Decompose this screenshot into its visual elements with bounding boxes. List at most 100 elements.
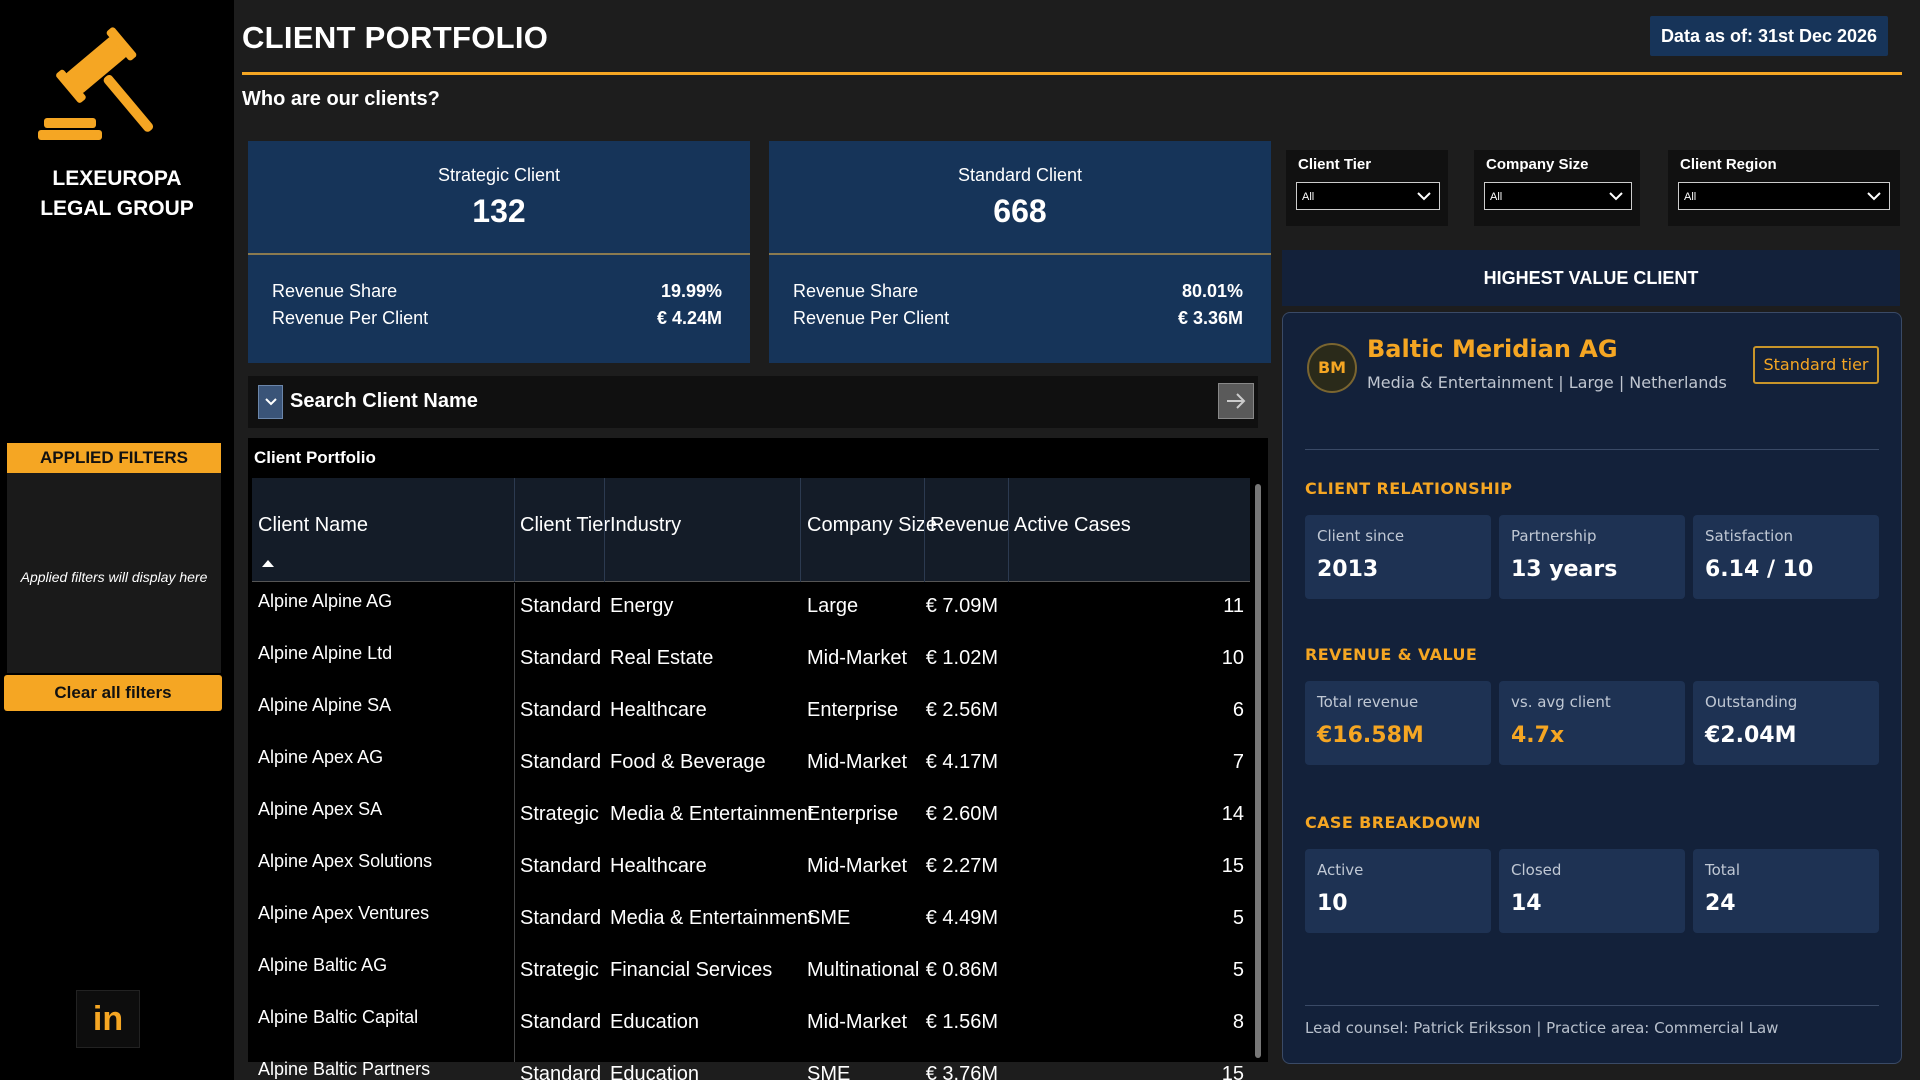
cell-revenue: € 4.17M (925, 751, 998, 773)
kpi-divider (769, 253, 1271, 255)
table-scrollbar-thumb[interactable] (1255, 484, 1261, 1058)
cell-company-size: Large (807, 595, 859, 617)
cell-client-name: Alpine Apex Ventures (258, 903, 430, 923)
cell-client-tier: Standard (520, 647, 602, 669)
table-row[interactable]: Alpine Baltic Partners Standard Education S… (252, 1051, 1250, 1080)
highest-value-client-panel: BM Baltic Meridian AG Media & Entertainm… (1282, 312, 1902, 1064)
cell-active-cases: 11 (1223, 595, 1244, 617)
cell-client-tier: Standard (520, 1063, 602, 1080)
kpi-label: Standard Client (957, 165, 1083, 185)
cell-client-name: Alpine Alpine Ltd (258, 643, 393, 663)
metric-label: Satisfaction (1705, 527, 1794, 545)
filter-company-size: Company Size All (1474, 150, 1640, 226)
metric-card: Partnership 13 years (1499, 515, 1685, 599)
revenue-per-client-value: € 3.36M (1177, 308, 1243, 328)
client-name: Baltic Meridian AG (1367, 335, 1618, 363)
kpi-value: 132 (472, 193, 526, 229)
sort-ascending-icon[interactable] (262, 560, 274, 567)
cell-revenue: € 7.09M (925, 595, 998, 617)
applied-filters-note: Applied filters will display here (20, 569, 208, 585)
metric-card: Total revenue €16.58M (1305, 681, 1491, 765)
kpi-divider (248, 253, 750, 255)
cell-client-tier: Standard (520, 855, 602, 877)
filter-label: Client Region (1680, 156, 1777, 173)
col-active-cases[interactable]: Active Cases (1014, 514, 1131, 537)
linkedin-button[interactable]: in (76, 990, 140, 1048)
metric-value: €2.04M (1705, 723, 1797, 748)
chevron-down-icon (264, 398, 277, 406)
metric-label: Total (1705, 861, 1741, 879)
table-row[interactable]: Alpine Baltic Capital Standard Education Mi… (252, 999, 1250, 1051)
linkedin-icon: in (92, 999, 124, 1038)
column-divider (924, 478, 925, 582)
cell-industry: Education (610, 1011, 699, 1033)
table-row[interactable]: Alpine Alpine AG Standard Energy Large € 7.0… (252, 583, 1250, 635)
table-row[interactable]: Alpine Alpine SA Standard Healthcare Enterp… (252, 687, 1250, 739)
table-row[interactable]: Alpine Apex Ventures Standard Media & Ente… (252, 895, 1250, 947)
section-title: REVENUE & VALUE (1305, 645, 1478, 664)
metric-value: 10 (1317, 891, 1348, 916)
metric-card: Satisfaction 6.14 / 10 (1693, 515, 1879, 599)
table-row[interactable]: Alpine Apex Solutions Standard Healthcare M… (252, 843, 1250, 895)
cell-client-name: Alpine Alpine AG (258, 591, 393, 611)
metric-value: €16.58M (1317, 723, 1424, 748)
revenue-share-value: 80.01% (1181, 281, 1243, 301)
revenue-share-value: 19.99% (660, 281, 722, 301)
cell-client-name: Alpine Apex Solutions (258, 851, 433, 871)
revenue-per-client-value: € 4.24M (656, 308, 722, 328)
applied-filters-header: APPLIED FILTERS (7, 443, 221, 473)
cell-industry: Real Estate (610, 647, 714, 669)
highest-value-title: HIGHEST VALUE CLIENT (1282, 250, 1900, 306)
clear-all-filters-button[interactable]: Clear all filters (4, 675, 222, 711)
column-divider (800, 478, 801, 582)
search-go-button[interactable] (1218, 383, 1254, 419)
cell-industry: Media & Entertainment (610, 907, 814, 929)
metric-card: Total 24 (1693, 849, 1879, 933)
cell-revenue: € 4.49M (925, 907, 998, 929)
metric-label: Closed (1511, 861, 1562, 879)
header-divider (242, 72, 1902, 75)
cell-client-name: Alpine Baltic Partners (258, 1059, 431, 1079)
table-row[interactable]: Alpine Baltic AG Strategic Financial Servi… (252, 947, 1250, 999)
cell-client-tier: Standard (520, 699, 602, 721)
cell-active-cases: 15 (1221, 855, 1244, 877)
metric-label: Partnership (1511, 527, 1597, 545)
table-row[interactable]: Alpine Apex AG Standard Food & Beverage Mid… (252, 739, 1250, 791)
metric-value: 24 (1705, 891, 1736, 916)
cell-active-cases: 15 (1221, 1063, 1244, 1080)
panel-divider (1305, 1005, 1879, 1006)
gavel-logo-icon (38, 27, 154, 140)
col-industry[interactable]: Industry (610, 514, 681, 537)
table-row[interactable]: Alpine Apex SA Strategic Media & Entertain… (252, 791, 1250, 843)
filter-client-tier: Client Tier All (1286, 150, 1448, 226)
table-row[interactable]: Alpine Alpine Ltd Standard Real Estate Mid-… (252, 635, 1250, 687)
applied-filters-box: Applied filters will display here (7, 473, 221, 673)
cell-client-name: Alpine Apex AG (258, 747, 384, 767)
kpi-value: 668 (993, 193, 1047, 229)
cell-industry: Food & Beverage (610, 751, 766, 773)
col-client-tier[interactable]: Client Tier (520, 514, 610, 537)
col-company-size[interactable]: Company Size (807, 514, 937, 537)
column-divider (604, 478, 605, 582)
metric-label: Outstanding (1705, 693, 1798, 711)
kpi-label: Strategic Client (437, 165, 561, 185)
metric-label: vs. avg client (1511, 693, 1611, 711)
cell-company-size: Multinational (807, 959, 920, 981)
cell-company-size: Mid-Market (807, 855, 908, 877)
cell-company-size: Enterprise (807, 699, 899, 721)
sidebar: LEXEUROPA LEGAL GROUP APPLIED FILTERS Ap… (0, 0, 234, 1080)
cell-industry: Energy (610, 595, 674, 617)
metric-label: Active (1317, 861, 1364, 879)
company-size-dropdown[interactable]: All (1484, 182, 1632, 210)
col-revenue[interactable]: Revenue (930, 514, 1010, 537)
cell-revenue: € 2.27M (925, 855, 998, 877)
search-client-label[interactable]: Search Client Name (290, 390, 478, 413)
metric-value: 4.7x (1511, 723, 1565, 748)
client-tier-dropdown[interactable]: All (1296, 182, 1440, 210)
search-expand-button[interactable] (258, 385, 283, 419)
cell-active-cases: 6 (1232, 699, 1244, 721)
col-client-name[interactable]: Client Name (258, 514, 368, 537)
client-region-dropdown[interactable]: All (1678, 182, 1890, 210)
metric-card: Outstanding €2.04M (1693, 681, 1879, 765)
cell-company-size: Mid-Market (807, 647, 908, 669)
